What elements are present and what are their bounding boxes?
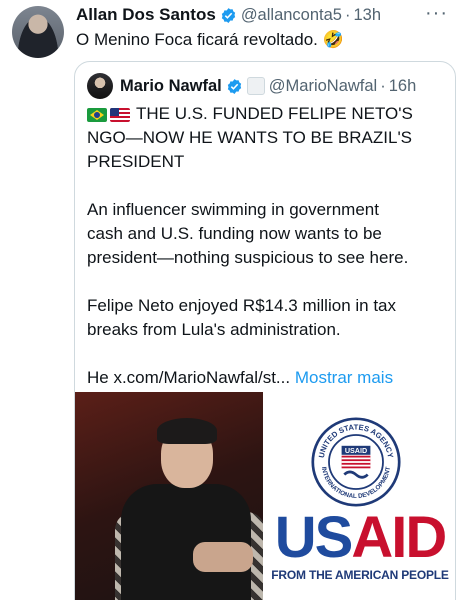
- para2-line-1: An influencer swimming in government: [87, 200, 379, 219]
- more-dots-icon[interactable]: ···: [425, 2, 448, 25]
- quoted-tweet[interactable]: Mario Nawfal @MarioNawfal · 16h THE U.S.…: [74, 61, 456, 600]
- tweet[interactable]: Allan Dos Santos @allanconta5 · 13h ··· …: [0, 0, 464, 600]
- usaid-wordmark: USAID: [263, 505, 455, 570]
- author-handle[interactable]: @allanconta5: [241, 6, 342, 25]
- quoted-header: Mario Nawfal @MarioNawfal · 16h: [87, 73, 416, 99]
- quoted-paragraph-2: An influencer swimming in government cas…: [87, 198, 449, 270]
- usaid-aid: AID: [351, 505, 447, 570]
- tweet-text: O Menino Foca ficará revoltado. 🤣: [76, 30, 344, 49]
- quoted-avatar[interactable]: [87, 73, 113, 99]
- para2-line-3: president—nothing suspicious to see here…: [87, 248, 409, 267]
- quoted-time[interactable]: 16h: [389, 77, 417, 96]
- usaid-tagline: FROM THE AMERICAN PEOPLE: [271, 568, 449, 582]
- verified-badge-icon: [227, 78, 241, 94]
- brazil-flag-icon: [87, 108, 107, 122]
- tweet-time[interactable]: 13h: [353, 6, 381, 25]
- verified-badge-icon: [221, 7, 235, 23]
- headline-line-2: NGO—NOW HE WANTS TO BE BRAZIL'S: [87, 128, 413, 147]
- truncated-link[interactable]: He x.com/MarioNawfal/st...: [87, 368, 290, 387]
- separator-dot: ·: [344, 5, 351, 24]
- usaid-logo-image[interactable]: UNITED STATES AGENCY INTERNATIONAL DEVEL…: [263, 392, 455, 600]
- person-arm-shape: [193, 542, 253, 572]
- headline-line-1: THE U.S. FUNDED FELIPE NETO'S: [136, 104, 413, 123]
- quoted-handle[interactable]: @MarioNawfal: [269, 77, 377, 96]
- para3-line-1: Felipe Neto enjoyed R$14.3 million in ta…: [87, 296, 397, 315]
- seal-center-text: USAID: [345, 446, 367, 455]
- author-name[interactable]: Allan Dos Santos: [76, 5, 216, 25]
- person-hair-shape: [157, 418, 217, 444]
- quoted-headline: THE U.S. FUNDED FELIPE NETO'S NGO—NOW HE…: [87, 102, 449, 174]
- headline-line-3: PRESIDENT: [87, 152, 185, 171]
- quoted-body: THE U.S. FUNDED FELIPE NETO'S NGO—NOW HE…: [87, 102, 449, 414]
- quoted-author-name[interactable]: Mario Nawfal: [120, 77, 222, 96]
- show-more-link[interactable]: Mostrar mais: [295, 368, 393, 387]
- usaid-us: US: [274, 505, 354, 570]
- tweet-header: Allan Dos Santos @allanconta5 · 13h: [76, 4, 381, 26]
- us-flag-icon: [110, 108, 130, 122]
- person-photo[interactable]: [75, 392, 263, 600]
- separator-dot: ·: [380, 76, 386, 95]
- author-avatar[interactable]: [12, 6, 64, 58]
- quoted-paragraph-3: Felipe Neto enjoyed R$14.3 million in ta…: [87, 294, 449, 342]
- flags: [87, 108, 130, 122]
- quoted-paragraph-4: He x.com/MarioNawfal/st... Mostrar mais: [87, 366, 449, 390]
- para3-line-2: breaks from Lula's administration.: [87, 320, 341, 339]
- media-grid: UNITED STATES AGENCY INTERNATIONAL DEVEL…: [75, 392, 455, 600]
- para2-line-2: cash and U.S. funding now wants to be: [87, 224, 382, 243]
- affiliate-badge-icon: [246, 77, 265, 95]
- usaid-seal-icon: UNITED STATES AGENCY INTERNATIONAL DEVEL…: [311, 417, 401, 507]
